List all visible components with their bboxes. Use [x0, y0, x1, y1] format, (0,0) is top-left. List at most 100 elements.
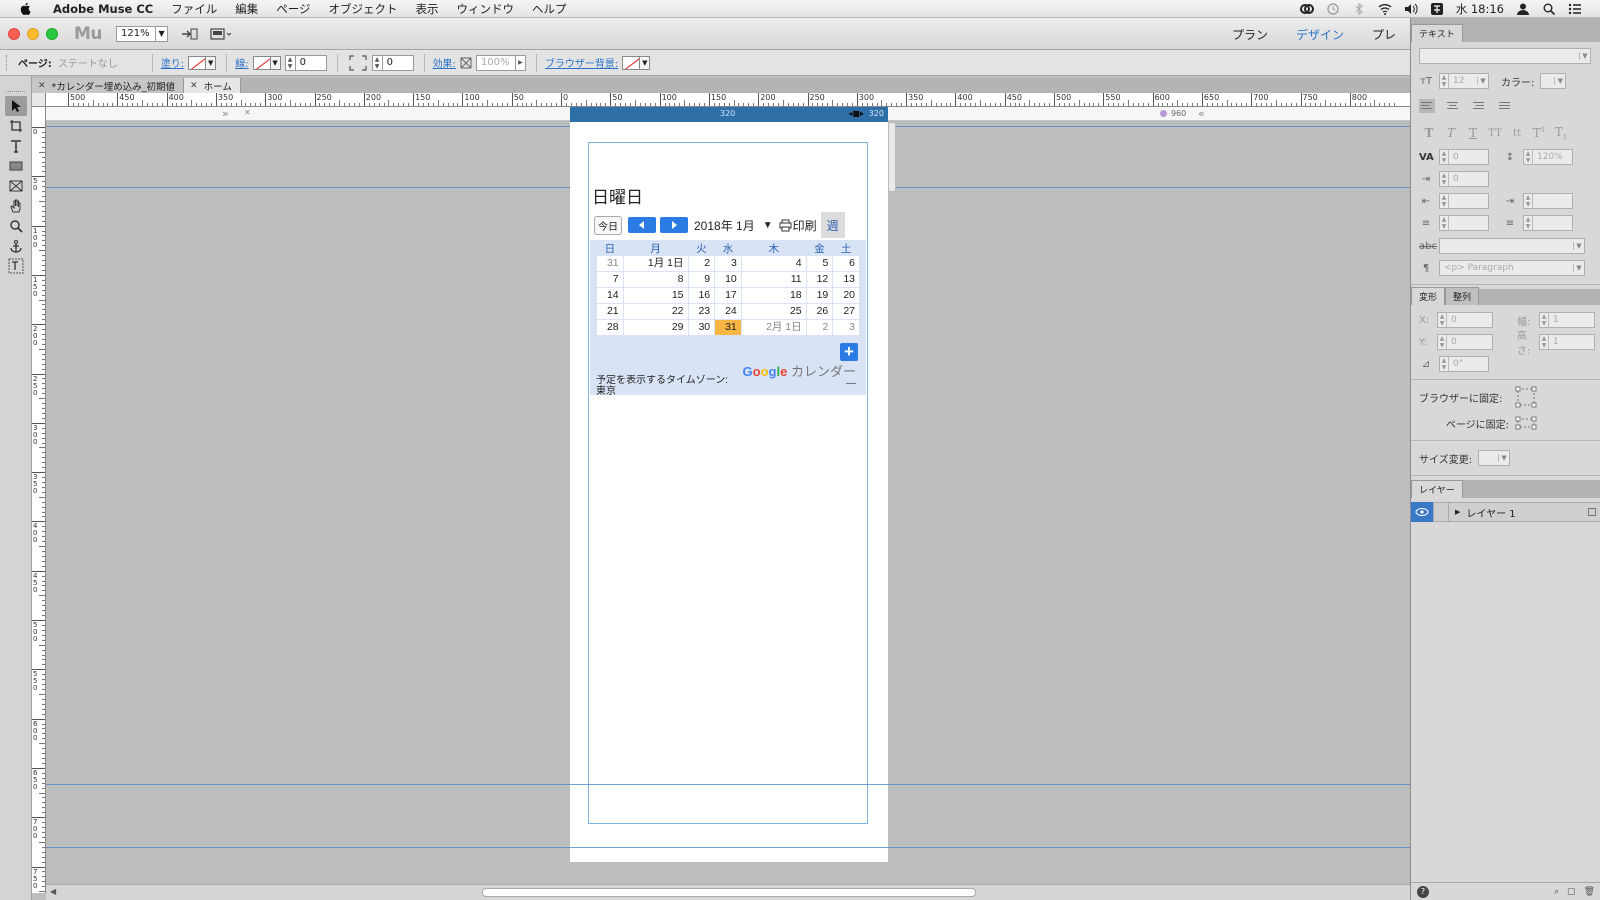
effects-icon[interactable] — [460, 57, 472, 69]
calendar-day[interactable]: 30 — [687, 319, 716, 336]
breakpoint-960-label[interactable]: 960 — [1171, 109, 1186, 118]
calendar-day[interactable]: 20 — [832, 287, 860, 304]
stepper-icon[interactable]: ▲ ▼ — [1524, 216, 1533, 230]
active-breakpoint[interactable]: 320 ◂■▸ 320 — [570, 107, 888, 122]
indent-field[interactable]: ▲ ▼ 0 — [1439, 171, 1489, 187]
lock-toggle[interactable] — [1433, 502, 1449, 522]
breakpoint-bar[interactable]: » ✕ 320 ◂■▸ 320 960 « — [46, 107, 1410, 122]
calendar-day[interactable]: 16 — [687, 287, 716, 304]
stepper-icon[interactable]: ▲ ▼ — [1440, 74, 1449, 88]
device-preview-icon[interactable] — [210, 26, 232, 42]
stepper-icon[interactable]: ▲ ▼ — [1440, 357, 1449, 371]
stepper-icon[interactable]: ▲ ▼ — [1440, 216, 1449, 230]
image-frame-tool-icon[interactable] — [5, 176, 27, 196]
close-window-button[interactable] — [8, 27, 20, 40]
apple-icon[interactable] — [16, 0, 34, 18]
zoom-window-button[interactable] — [46, 27, 58, 40]
calendar-day[interactable]: 24 — [714, 303, 742, 320]
guide-line[interactable] — [46, 847, 1410, 848]
crop-tool-icon[interactable] — [5, 116, 27, 136]
text-color-swatch[interactable]: ▼ — [1540, 73, 1567, 89]
add-event-button[interactable]: + — [840, 343, 858, 361]
calendar-day[interactable]: 4 — [740, 255, 807, 272]
tab-design[interactable]: デザイン — [1282, 26, 1358, 43]
stepper-icon[interactable]: ▲ ▼ — [1440, 194, 1449, 208]
calendar-day[interactable]: 28 — [596, 319, 624, 336]
tab-plan[interactable]: プラン — [1218, 26, 1282, 43]
calendar-day[interactable]: 14 — [596, 287, 624, 304]
today-button[interactable]: 今日 — [594, 215, 622, 235]
time-machine-icon[interactable] — [1326, 2, 1340, 15]
align-left-icon[interactable] — [1419, 99, 1435, 113]
page-area[interactable]: 日曜日 今日 2018年 1月 ▼ 印刷 週 日 月 火 水 木 金 土 31 … — [570, 122, 888, 862]
calendar-widget[interactable]: 日曜日 今日 2018年 1月 ▼ 印刷 週 日 月 火 水 木 金 土 31 … — [590, 186, 866, 395]
volume-icon[interactable] — [1404, 3, 1418, 15]
superscript-icon[interactable]: T1 — [1529, 126, 1549, 140]
prev-month-button[interactable] — [628, 217, 656, 233]
text-tool-icon[interactable] — [5, 136, 27, 156]
chevron-right-icon[interactable]: ▶ — [514, 55, 525, 70]
calendar-day[interactable]: 10 — [714, 271, 742, 288]
page-height-handle[interactable] — [888, 122, 896, 192]
input-method-icon[interactable] — [1430, 2, 1444, 15]
italic-icon[interactable]: T — [1441, 126, 1461, 140]
menu-app-name[interactable]: Adobe Muse CC — [44, 2, 162, 16]
small-caps-icon[interactable]: tt — [1507, 128, 1527, 139]
stepper-icon[interactable]: ▲ ▼ — [373, 55, 383, 70]
trash-icon[interactable]: 🗑 — [1584, 887, 1595, 897]
scrollbar-thumb[interactable] — [482, 888, 976, 897]
stepper-icon[interactable]: ▲ ▼ — [286, 55, 296, 70]
pin-to-page-icon[interactable] — [1515, 416, 1537, 430]
minimize-window-button[interactable] — [27, 27, 39, 40]
calendar-day[interactable]: 12 — [805, 271, 834, 288]
browser-background-swatch[interactable] — [622, 55, 641, 70]
calendar-day[interactable]: 3 — [714, 255, 742, 272]
tab-preview[interactable]: プレ — [1358, 26, 1410, 43]
right-indent-field[interactable]: ▲ ▼ — [1523, 193, 1573, 209]
rectangle-tool-icon[interactable] — [5, 156, 27, 176]
calendar-day[interactable]: 17 — [714, 287, 742, 304]
help-icon[interactable]: ? — [1417, 885, 1429, 898]
tab-transform[interactable]: 変形 — [1411, 287, 1446, 305]
stepper-icon[interactable]: ▲ ▼ — [1438, 335, 1447, 349]
calendar-day[interactable]: 7 — [596, 271, 624, 288]
doc-tab-home[interactable]: ✕ ホーム — [184, 78, 241, 93]
calendar-day[interactable]: 2 — [805, 319, 834, 336]
horizontal-scrollbar[interactable]: ◀ — [46, 884, 1410, 900]
corner-radius-field[interactable]: ▲ ▼ 0 — [371, 54, 414, 71]
bold-icon[interactable]: T — [1419, 126, 1439, 140]
zoom-level-select[interactable]: 121% ▼ — [116, 25, 169, 42]
menu-file[interactable]: ファイル — [162, 1, 226, 17]
search-icon[interactable]: ⌕ — [1554, 887, 1559, 897]
tab-text[interactable]: テキスト — [1411, 24, 1463, 42]
space-before-field[interactable]: ▲ ▼ — [1439, 215, 1489, 231]
left-indent-field[interactable]: ▲ ▼ — [1439, 193, 1489, 209]
menu-page[interactable]: ページ — [267, 1, 319, 17]
calendar-day[interactable]: 8 — [622, 271, 689, 288]
expand-left-icon[interactable]: » — [222, 107, 229, 120]
stepper-icon[interactable]: ▲ ▼ — [1540, 313, 1549, 327]
ruler-origin[interactable] — [32, 93, 46, 107]
horizontal-ruler[interactable]: 500 450 400 350 300 250 200 150 100 50 0 50 100 150 20… — [46, 93, 1410, 107]
browser-background-label[interactable]: ブラウザー背景: — [545, 55, 618, 70]
stroke-label[interactable]: 線: — [235, 55, 248, 70]
print-button[interactable]: 印刷 — [779, 217, 817, 234]
week-view-tab[interactable]: 週 — [820, 212, 845, 238]
fill-color-swatch[interactable] — [188, 55, 207, 70]
calendar-day[interactable]: 6 — [832, 255, 860, 272]
chevron-down-icon[interactable]: ▼ — [1477, 77, 1488, 85]
preview-page-icon[interactable] — [180, 26, 198, 42]
y-position-field[interactable]: ▲ ▼ 0 — [1437, 334, 1493, 350]
chevron-down-icon[interactable]: ▼ — [206, 55, 217, 70]
menu-edit[interactable]: 編集 — [226, 1, 267, 17]
notification-center-icon[interactable] — [1568, 3, 1582, 15]
calendar-day[interactable]: 3 — [832, 319, 860, 336]
tools-grip[interactable] — [6, 82, 25, 92]
calendar-day[interactable]: 11 — [740, 271, 807, 288]
calendar-day[interactable]: 9 — [687, 271, 716, 288]
breakpoint-marker-icon[interactable] — [1160, 110, 1167, 117]
stepper-icon[interactable]: ▲ ▼ — [1540, 335, 1549, 349]
doc-tab-calendar[interactable]: ✕ *カレンダー埋め込み_初期値 — [32, 78, 185, 93]
paragraph-style-select[interactable]: <p> Paragraph ▼ — [1439, 260, 1585, 276]
control-bar-grip[interactable] — [6, 54, 10, 71]
